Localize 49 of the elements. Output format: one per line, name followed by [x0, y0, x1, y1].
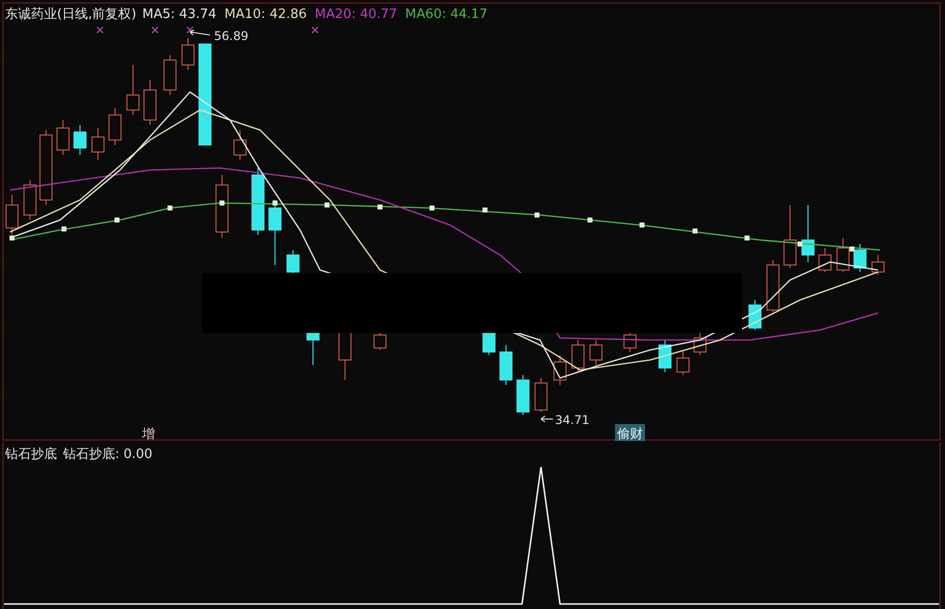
rising-candlestick	[572, 340, 584, 372]
rising-candlestick	[784, 204, 796, 268]
rising-candlestick	[534, 378, 548, 412]
falling-candlestick	[268, 200, 282, 266]
falling-candlestick	[306, 332, 320, 366]
rising-candlestick	[56, 120, 70, 156]
rising-candlestick	[554, 354, 566, 386]
rising-candlestick	[836, 238, 850, 272]
rising-candlestick	[6, 194, 18, 236]
falling-candlestick	[854, 244, 866, 272]
signal-label: 偷财	[615, 424, 645, 442]
rising-candlestick	[590, 340, 602, 366]
moving-average-value: MA10: 42.86	[224, 7, 307, 22]
falling-candlestick	[658, 340, 672, 372]
falling-candlestick	[74, 124, 86, 156]
falling-candlestick	[252, 168, 264, 236]
cross-mark-icon	[96, 26, 104, 34]
rising-candlestick	[676, 350, 690, 376]
low-price-pointer: 34.71	[540, 413, 590, 427]
rising-candlestick	[234, 130, 246, 160]
rising-candlestick	[182, 38, 194, 70]
moving-average-value: MA5: 43.74	[142, 7, 216, 22]
cross-mark-icon	[186, 26, 194, 34]
indicator-name: 钻石抄底	[5, 447, 57, 462]
rising-candlestick	[624, 332, 636, 352]
moving-average-value: MA20: 40.77	[314, 7, 398, 22]
rising-candlestick	[766, 260, 780, 312]
rising-candlestick	[126, 64, 140, 116]
rising-candlestick	[164, 54, 176, 96]
falling-candlestick	[286, 250, 300, 276]
stock-title: 东诚药业(日线,前复权)	[5, 7, 136, 22]
cross-mark-icon	[311, 26, 319, 34]
rising-candlestick	[24, 180, 36, 220]
falling-candlestick	[500, 344, 512, 386]
signal-label: 增	[142, 427, 155, 442]
rising-candlestick	[818, 248, 832, 272]
falling-candlestick	[802, 204, 814, 262]
high-price-pointer: 56.89	[190, 29, 248, 43]
rising-candlestick	[216, 174, 228, 238]
rising-candlestick	[108, 108, 122, 146]
moving-average-value: MA60: 44.17	[405, 7, 488, 22]
falling-candlestick	[516, 374, 530, 416]
rising-candlestick	[694, 332, 706, 356]
rising-candlestick	[144, 80, 156, 126]
cross-mark-icon	[151, 26, 159, 34]
indicator-value: 钻石抄底: 0.00	[63, 447, 152, 462]
falling-candlestick	[482, 332, 496, 356]
rising-candlestick	[872, 254, 884, 276]
rising-candlestick	[92, 128, 104, 160]
